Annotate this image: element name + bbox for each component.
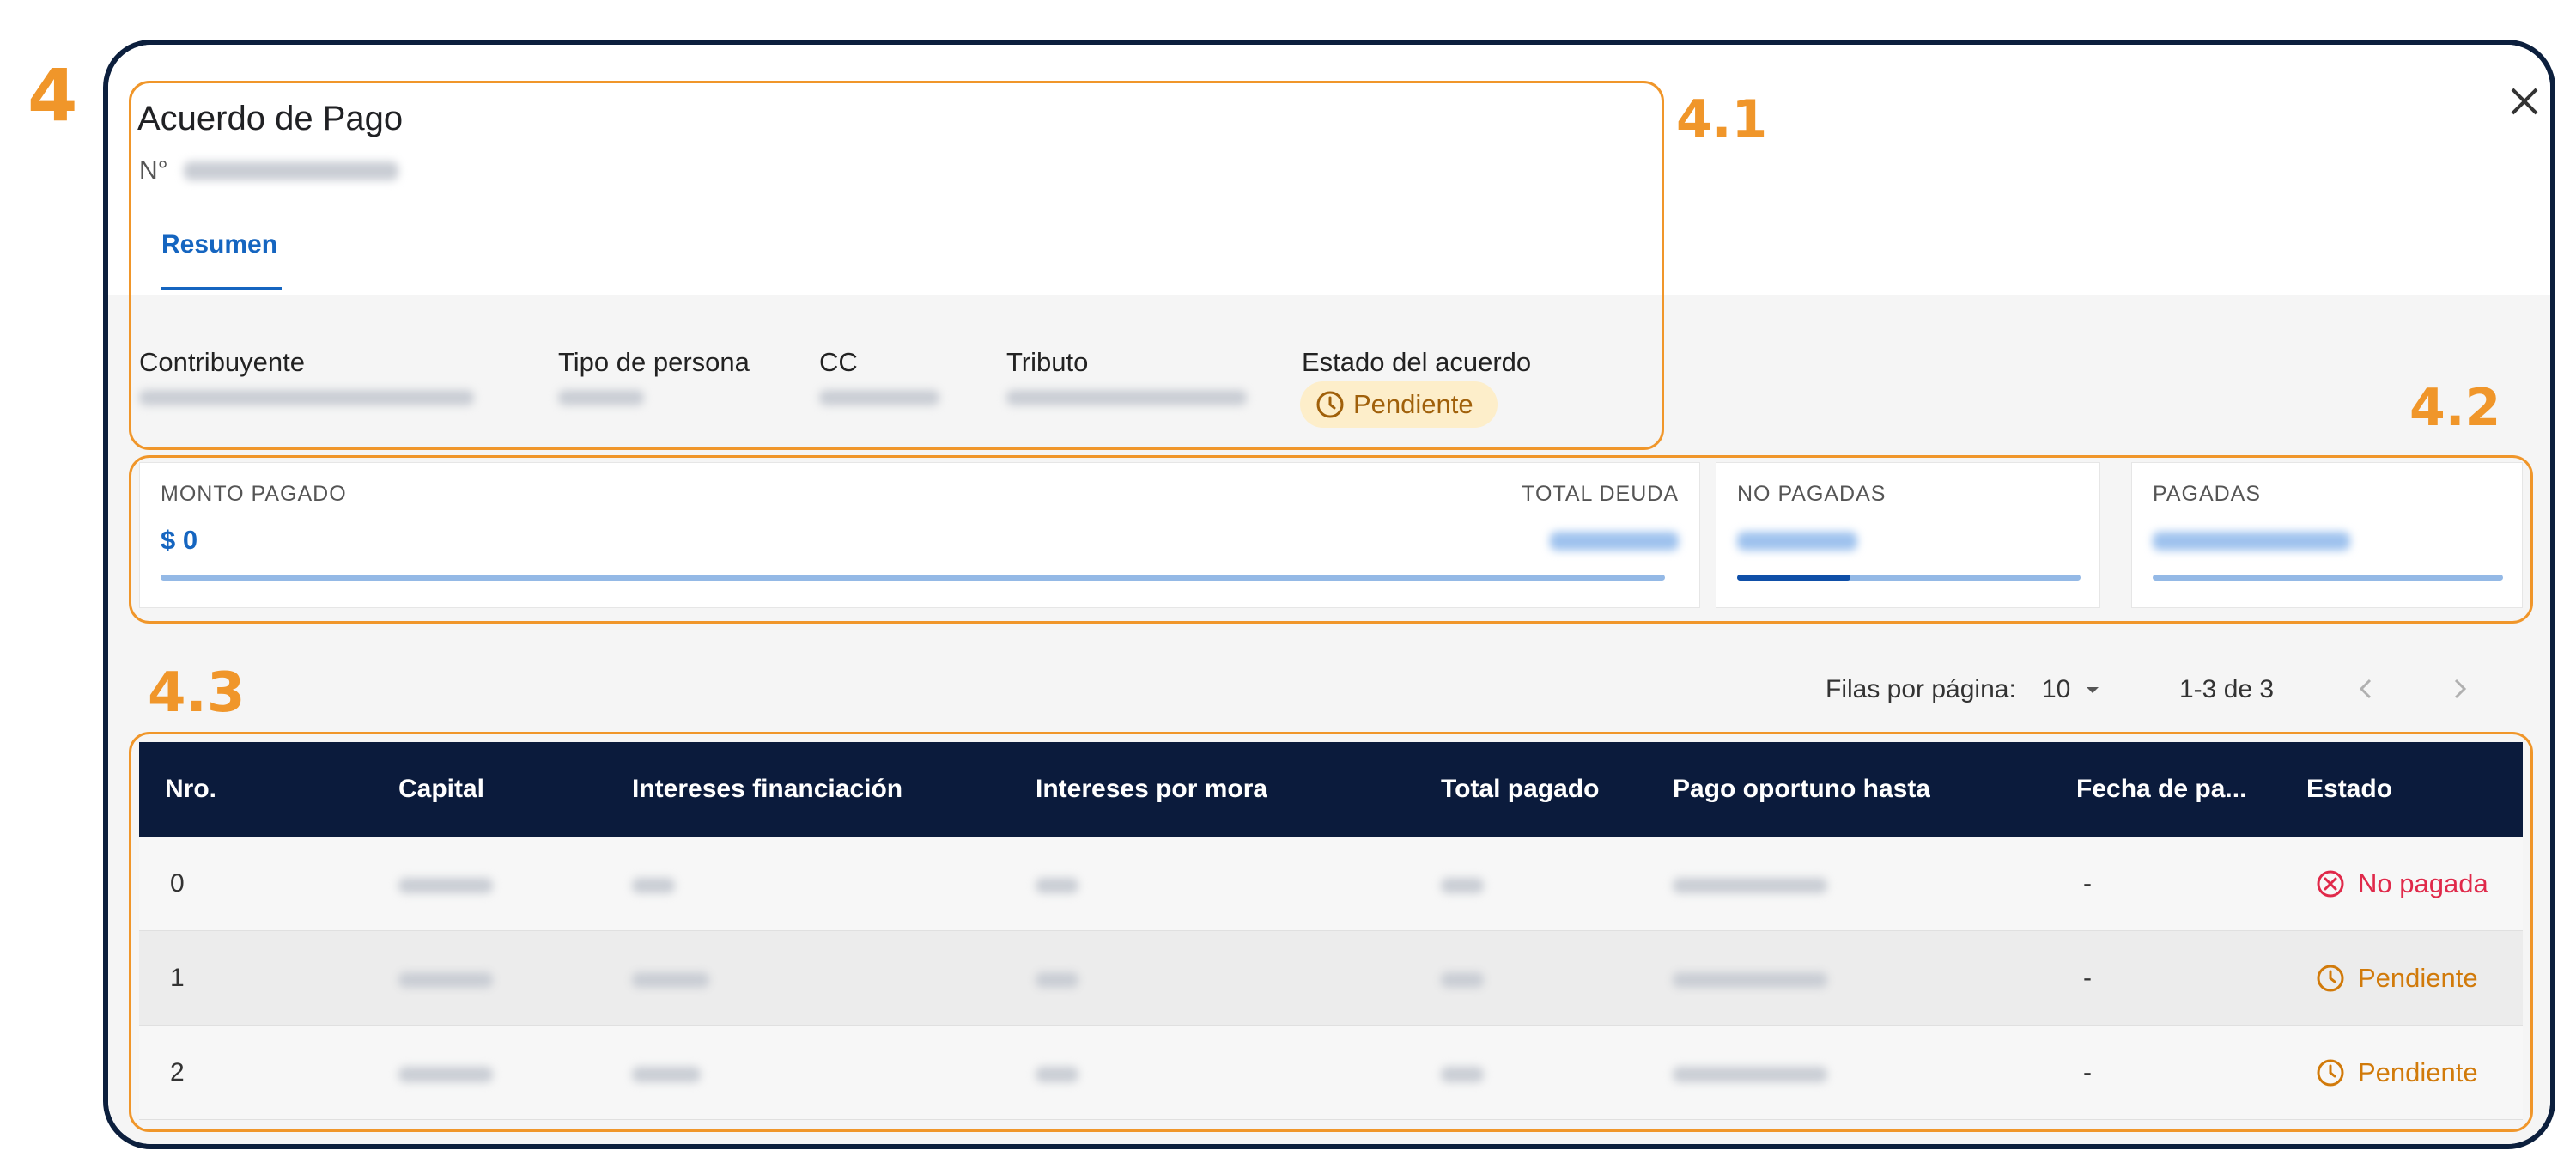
annotation-4-3: 4.3: [148, 661, 246, 725]
close-icon: [2511, 88, 2538, 115]
rows-per-page-select[interactable]: 10: [2042, 675, 2103, 704]
next-page-button[interactable]: [2442, 672, 2476, 706]
caret-down-icon: [2087, 687, 2099, 693]
rows-per-page-label: Filas por página:: [1826, 675, 2016, 703]
annotation-box-4-1: [129, 81, 1664, 450]
annotation-4-2: 4.2: [2409, 378, 2501, 438]
rows-per-page-value: 10: [2042, 675, 2071, 703]
close-button[interactable]: [2500, 77, 2549, 125]
prev-page-button[interactable]: [2349, 672, 2384, 706]
annotation-box-4-2: [129, 455, 2533, 624]
annotation-box-4-3: [129, 732, 2533, 1132]
annotation-4: 4: [27, 53, 78, 137]
annotation-4-1: 4.1: [1676, 89, 1768, 149]
page-range: 1-3 de 3: [2179, 675, 2275, 703]
chevron-left-icon: [2359, 679, 2372, 699]
chevron-right-icon: [2454, 679, 2467, 699]
payment-agreement-dialog: Acuerdo de Pago N° Resumen Contribuyente…: [103, 40, 2555, 1149]
